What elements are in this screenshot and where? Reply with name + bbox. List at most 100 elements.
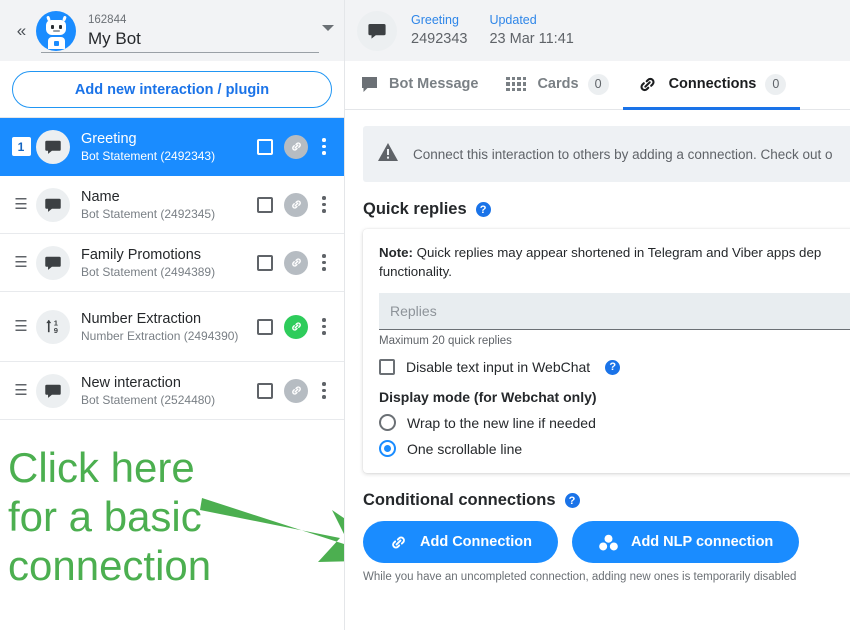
interaction-more-menu-icon[interactable] (314, 318, 334, 335)
svg-text:9: 9 (53, 326, 57, 335)
drag-handle-icon[interactable]: ☰ (8, 197, 34, 212)
drag-handle-icon[interactable]: ☰ (8, 255, 34, 270)
interaction-checkbox[interactable] (257, 196, 273, 213)
interaction-header: Greeting 2492343 Updated 23 Mar 11:41 (345, 0, 850, 61)
tab-cards-count: 0 (587, 73, 609, 95)
interaction-title: Family Promotions (81, 246, 202, 263)
question-mark-icon[interactable]: ? (564, 493, 580, 508)
bot-name: My Bot (88, 29, 141, 48)
chevron-down-icon[interactable] (322, 24, 334, 31)
interaction-subtitle: Bot Statement (2524480) (81, 392, 216, 407)
connections-content: Connect this interaction to others by ad… (345, 110, 850, 583)
add-nlp-connection-button[interactable]: Add NLP connection (571, 521, 800, 563)
interaction-row-number-extraction[interactable]: ☰ 1 9 Number Extraction Number Extraction (2… (0, 292, 344, 362)
quick-replies-heading: Quick replies ? (363, 200, 850, 219)
interaction-subtitle: Bot Statement (2492345) (81, 206, 216, 221)
interaction-row-family-promotions[interactable]: ☰ Family Promotions Bot Statement (2494389… (0, 234, 344, 292)
tab-connections[interactable]: Connections 0 (622, 61, 801, 110)
interaction-link-icon[interactable] (284, 250, 308, 275)
interaction-id-value: 2492343 (411, 31, 468, 47)
interaction-more-menu-icon[interactable] (314, 382, 334, 399)
interaction-detail-panel: Greeting 2492343 Updated 23 Mar 11:41 Bo… (345, 0, 850, 630)
interaction-row-greeting[interactable]: 1 Greeting Bot Statement (2492343) (0, 118, 344, 176)
quick-replies-note-text-line2: functionality. (379, 264, 452, 279)
drag-handle-icon[interactable]: ☰ (8, 383, 34, 398)
question-mark-icon[interactable]: ? (475, 202, 491, 217)
app-root: « 162844 My Bot Add new interaction / pl… (0, 0, 850, 630)
radio-wrap-new-line-label: Wrap to the new line if needed (407, 414, 596, 431)
chat-bubble-icon (36, 373, 70, 408)
quick-replies-note: Note: Quick replies may appear shortened… (379, 243, 850, 281)
quick-replies-card: Note: Quick replies may appear shortened… (363, 229, 850, 473)
tab-bot-message[interactable]: Bot Message (345, 61, 492, 110)
display-mode-option-wrap[interactable]: Wrap to the new line if needed (379, 414, 850, 431)
radio-wrap-new-line[interactable] (379, 414, 396, 431)
interactions-sidebar: « 162844 My Bot Add new interaction / pl… (0, 0, 345, 630)
quick-replies-title: Quick replies (363, 200, 467, 218)
disable-text-input-checkbox[interactable] (379, 359, 395, 375)
tab-connections-count: 0 (765, 73, 787, 95)
interaction-link-icon[interactable] (284, 314, 308, 339)
interaction-link-icon[interactable] (284, 192, 308, 217)
interaction-more-menu-icon[interactable] (314, 196, 334, 213)
double-chevron-left-icon[interactable]: « (8, 22, 34, 39)
interaction-title: Name (81, 188, 120, 205)
link-chain-icon (389, 533, 408, 552)
interaction-order-badge: 1 (8, 137, 34, 156)
tab-cards-label: Cards (537, 76, 579, 92)
connection-alert: Connect this interaction to others by ad… (363, 126, 850, 182)
disable-text-input-row[interactable]: Disable text input in WebChat ? (379, 359, 850, 375)
connection-buttons: Add Connection Add NLP connection (363, 521, 850, 563)
chat-bubble-icon (36, 245, 70, 280)
robot-avatar-icon (36, 10, 76, 51)
interaction-more-menu-icon[interactable] (314, 138, 334, 155)
question-mark-icon[interactable]: ? (605, 359, 621, 375)
interaction-checkbox[interactable] (257, 138, 273, 155)
quick-replies-note-label: Note: (379, 245, 413, 260)
interaction-checkbox[interactable] (257, 254, 273, 271)
connection-alert-text: Connect this interaction to others by ad… (413, 146, 833, 162)
grid-dots-icon (506, 76, 527, 92)
warning-triangle-icon (377, 142, 399, 167)
interaction-text: New interaction Bot Statement (2524480) (81, 374, 257, 408)
interaction-title: Greeting (81, 130, 137, 147)
drag-handle-icon[interactable]: ☰ (8, 319, 34, 334)
interaction-link-icon[interactable] (284, 134, 308, 159)
interaction-checkbox[interactable] (257, 318, 273, 335)
add-connection-button[interactable]: Add Connection (363, 521, 558, 563)
interaction-subtitle: Bot Statement (2492343) (81, 148, 216, 163)
quick-replies-input[interactable]: Replies (379, 293, 850, 330)
interaction-text: Number Extraction Number Extraction (2494… (81, 310, 257, 344)
interaction-link-icon[interactable] (284, 378, 308, 403)
add-connection-label: Add Connection (420, 534, 532, 550)
conditional-connections-heading: Conditional connections ? (363, 491, 850, 510)
green-arrow-icon (200, 498, 344, 562)
interaction-text: Greeting Bot Statement (2492343) (81, 130, 257, 164)
interaction-text: Family Promotions Bot Statement (2494389) (81, 246, 257, 280)
add-interaction-row: Add new interaction / plugin (0, 61, 344, 117)
interaction-title: Number Extraction (81, 310, 202, 327)
interaction-updated-value: 23 Mar 11:41 (489, 31, 574, 47)
radio-one-scrollable-line[interactable] (379, 440, 396, 457)
interaction-meta: Greeting 2492343 Updated 23 Mar 11:41 (411, 12, 596, 49)
add-nlp-connection-label: Add NLP connection (630, 534, 774, 550)
tab-cards[interactable]: Cards 0 (492, 61, 622, 110)
quick-replies-hint: Maximum 20 quick replies (379, 335, 512, 347)
add-new-interaction-button[interactable]: Add new interaction / plugin (12, 71, 332, 108)
bot-select-underline (41, 52, 319, 53)
bot-id: 162844 (88, 14, 127, 26)
interaction-row-name[interactable]: ☰ Name Bot Statement (2492345) (0, 176, 344, 234)
interaction-subtitle: Bot Statement (2494389) (81, 264, 216, 279)
molecule-icon (598, 533, 619, 552)
interaction-checkbox[interactable] (257, 382, 273, 399)
display-mode-option-scrollable[interactable]: One scrollable line (379, 440, 850, 457)
interaction-subtitle: Number Extraction (2494390) (81, 328, 239, 343)
interaction-row-new-interaction[interactable]: ☰ New interaction Bot Statement (2524480) (0, 362, 344, 420)
interaction-list: 1 Greeting Bot Statement (2492343) ☰ Name Bot… (0, 117, 344, 420)
interaction-updated-label: Updated (489, 13, 537, 27)
interaction-more-menu-icon[interactable] (314, 254, 334, 271)
radio-one-scrollable-line-label: One scrollable line (407, 440, 523, 457)
chat-bubble-icon (357, 10, 397, 51)
connection-disclaimer: While you have an uncompleted connection… (363, 571, 797, 583)
chat-bubble-icon (36, 129, 70, 164)
